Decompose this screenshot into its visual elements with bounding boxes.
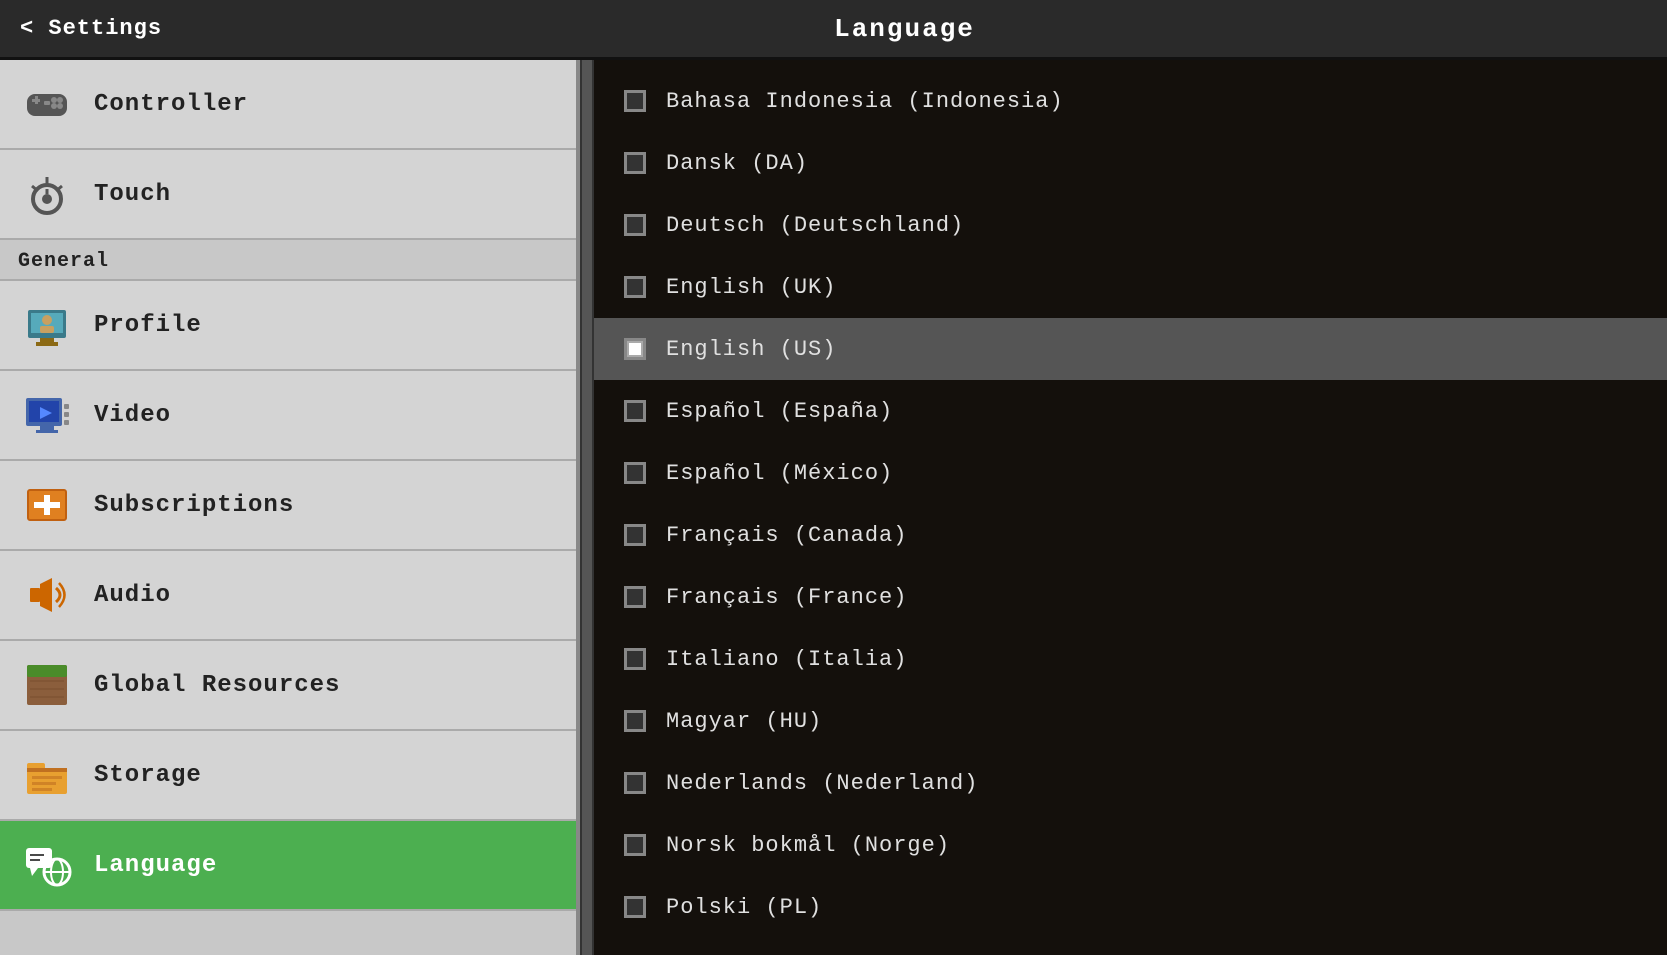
language-label-norsk: Norsk bokmål (Norge) — [666, 833, 950, 858]
storage-icon — [20, 748, 74, 802]
video-icon — [20, 388, 74, 442]
language-item-english-uk[interactable]: English (UK) — [594, 256, 1667, 318]
language-label: Language — [94, 852, 217, 879]
storage-label: Storage — [94, 762, 202, 789]
global-resources-icon — [20, 658, 74, 712]
language-checkbox-bahasa-indonesia — [624, 90, 646, 112]
profile-label: Profile — [94, 312, 202, 339]
language-item-magyar[interactable]: Magyar (HU) — [594, 690, 1667, 752]
language-checkbox-english-uk — [624, 276, 646, 298]
language-item-francais-france[interactable]: Français (France) — [594, 566, 1667, 628]
language-item-espanol-mexico[interactable]: Español (México) — [594, 442, 1667, 504]
profile-icon — [20, 298, 74, 352]
main-content: Controller Touch General — [0, 60, 1667, 955]
language-label-italiano: Italiano (Italia) — [666, 647, 907, 672]
language-item-bahasa-indonesia[interactable]: Bahasa Indonesia (Indonesia) — [594, 70, 1667, 132]
language-item-polski[interactable]: Polski (PL) — [594, 876, 1667, 938]
language-item-francais-canada[interactable]: Français (Canada) — [594, 504, 1667, 566]
language-label-francais-france: Français (France) — [666, 585, 907, 610]
language-checkbox-magyar — [624, 710, 646, 732]
sidebar-item-global-resources[interactable]: Global Resources — [0, 641, 576, 731]
video-label: Video — [94, 402, 171, 429]
back-button[interactable]: < Settings — [20, 16, 162, 41]
global-resources-label: Global Resources — [94, 672, 340, 699]
language-item-nederlands[interactable]: Nederlands (Nederland) — [594, 752, 1667, 814]
sidebar-scrollbar[interactable] — [580, 60, 594, 955]
sidebar-item-video[interactable]: Video — [0, 371, 576, 461]
language-item-deutsch[interactable]: Deutsch (Deutschland) — [594, 194, 1667, 256]
language-label-english-us: English (US) — [666, 337, 836, 362]
language-checkbox-deutsch — [624, 214, 646, 236]
sidebar-item-language[interactable]: Language — [0, 821, 576, 911]
language-label-polski: Polski (PL) — [666, 895, 822, 920]
language-checkbox-nederlands — [624, 772, 646, 794]
language-item-english-us[interactable]: English (US) — [594, 318, 1667, 380]
language-item-italiano[interactable]: Italiano (Italia) — [594, 628, 1667, 690]
language-label-espanol-mexico: Español (México) — [666, 461, 893, 486]
audio-icon — [20, 568, 74, 622]
controller-icon — [20, 77, 74, 131]
language-label-nederlands: Nederlands (Nederland) — [666, 771, 978, 796]
language-checkbox-english-us — [624, 338, 646, 360]
sidebar: Controller Touch General — [0, 60, 580, 955]
controller-label: Controller — [94, 91, 248, 118]
language-label-deutsch: Deutsch (Deutschland) — [666, 213, 964, 238]
sidebar-item-profile[interactable]: Profile — [0, 281, 576, 371]
language-item-portugues-brasil[interactable]: Português (Brasil) — [594, 938, 1667, 955]
language-icon — [20, 838, 74, 892]
touch-icon — [20, 167, 74, 221]
page-title: Language — [162, 14, 1647, 44]
sidebar-item-audio[interactable]: Audio — [0, 551, 576, 641]
language-label-magyar: Magyar (HU) — [666, 709, 822, 734]
language-checkbox-espanol-mexico — [624, 462, 646, 484]
touch-label: Touch — [94, 181, 171, 208]
section-general: General — [0, 240, 576, 281]
language-checkbox-francais-france — [624, 586, 646, 608]
sidebar-item-storage[interactable]: Storage — [0, 731, 576, 821]
language-checkbox-espanol-espana — [624, 400, 646, 422]
language-item-dansk[interactable]: Dansk (DA) — [594, 132, 1667, 194]
subscriptions-icon — [20, 478, 74, 532]
language-label-bahasa-indonesia: Bahasa Indonesia (Indonesia) — [666, 89, 1064, 114]
sidebar-item-subscriptions[interactable]: Subscriptions — [0, 461, 576, 551]
header: < Settings Language — [0, 0, 1667, 60]
language-checkbox-italiano — [624, 648, 646, 670]
language-checkbox-francais-canada — [624, 524, 646, 546]
language-checkbox-norsk — [624, 834, 646, 856]
language-item-espanol-espana[interactable]: Español (España) — [594, 380, 1667, 442]
audio-label: Audio — [94, 582, 171, 609]
sidebar-item-controller[interactable]: Controller — [0, 60, 576, 150]
sidebar-item-touch[interactable]: Touch — [0, 150, 576, 240]
subscriptions-label: Subscriptions — [94, 492, 294, 519]
language-label-espanol-espana: Español (España) — [666, 399, 893, 424]
language-item-norsk[interactable]: Norsk bokmål (Norge) — [594, 814, 1667, 876]
language-checkbox-polski — [624, 896, 646, 918]
language-label-francais-canada: Français (Canada) — [666, 523, 907, 548]
language-panel: Bahasa Indonesia (Indonesia) Dansk (DA) De… — [594, 60, 1667, 955]
language-checkbox-dansk — [624, 152, 646, 174]
language-label-dansk: Dansk (DA) — [666, 151, 808, 176]
language-label-english-uk: English (UK) — [666, 275, 836, 300]
